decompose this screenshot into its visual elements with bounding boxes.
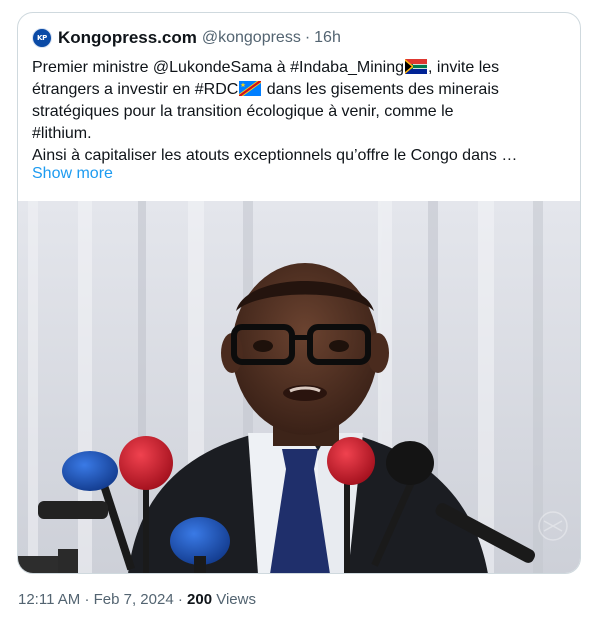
- show-more-link[interactable]: Show more: [32, 163, 113, 185]
- text-segment: Premier ministre @LukondeSama à #Indaba_…: [32, 59, 404, 76]
- south-africa-flag-icon: [405, 59, 427, 74]
- avatar[interactable]: KP: [32, 28, 52, 48]
- text-line: étrangers a investir en #RDC dans les gi…: [32, 79, 572, 101]
- quote-header: KP Kongopress.com @kongopress · 16h: [32, 27, 341, 49]
- views-count[interactable]: 200: [187, 591, 212, 608]
- header-separator: ·: [304, 29, 311, 46]
- text-segment: étrangers a investir en #RDC: [32, 81, 239, 98]
- text-line: Premier ministre @LukondeSama à #Indaba_…: [32, 57, 572, 79]
- photo-speaker-at-podium: [18, 201, 580, 573]
- time-ago[interactable]: 16h: [314, 29, 341, 47]
- drc-flag-icon: [239, 81, 262, 96]
- post-date[interactable]: Feb 7, 2024: [94, 591, 174, 608]
- text-line: #lithium.: [32, 125, 92, 142]
- views-label: Views: [216, 591, 256, 608]
- text-segment: , invite les: [428, 59, 500, 76]
- quote-text: Premier ministre @LukondeSama à #Indaba_…: [32, 57, 572, 167]
- avatar-initials: KP: [37, 34, 47, 42]
- text-line: stratégiques pour la transition écologiq…: [32, 103, 454, 120]
- post-time[interactable]: 12:11 AM: [18, 591, 80, 608]
- text-line: Ainsi à capitaliser les atouts exception…: [32, 147, 518, 164]
- meta-separator: ·: [84, 591, 90, 608]
- post-meta: 12:11 AM · Feb 7, 2024 · 200 Views: [18, 591, 256, 608]
- meta-separator: ·: [177, 591, 183, 608]
- tweet-photo[interactable]: [18, 201, 580, 573]
- text-segment: dans les gisements des minerais: [262, 81, 499, 98]
- quoted-tweet-card[interactable]: KP Kongopress.com @kongopress · 16h Prem…: [17, 12, 581, 574]
- author-handle[interactable]: @kongopress: [202, 29, 301, 47]
- author-name[interactable]: Kongopress.com: [58, 28, 197, 48]
